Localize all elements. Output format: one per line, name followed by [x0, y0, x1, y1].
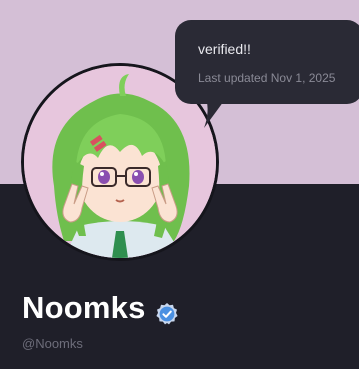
tooltip-title: verified!!	[198, 41, 251, 57]
profile-display-name: Noomks	[22, 288, 179, 328]
verified-check-icon[interactable]	[155, 296, 179, 325]
display-name-text: Noomks	[22, 290, 146, 325]
tooltip-tail	[204, 98, 226, 128]
tooltip-subtitle: Last updated Nov 1, 2025	[198, 71, 336, 85]
verified-tooltip: verified!! Last updated Nov 1, 2025	[175, 20, 359, 104]
profile-handle: @Noomks	[22, 336, 83, 351]
